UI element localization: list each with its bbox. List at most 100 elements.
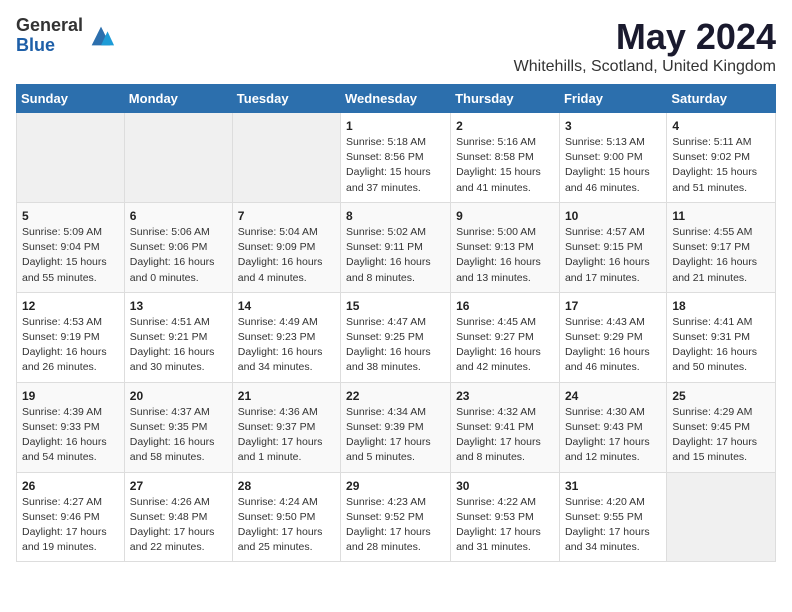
- day-number: 19: [22, 389, 119, 403]
- day-number: 12: [22, 299, 119, 313]
- day-number: 24: [565, 389, 661, 403]
- day-info: Sunrise: 5:16 AM Sunset: 8:58 PM Dayligh…: [456, 135, 554, 196]
- day-number: 22: [346, 389, 445, 403]
- day-info: Sunrise: 5:02 AM Sunset: 9:11 PM Dayligh…: [346, 225, 445, 286]
- day-info: Sunrise: 4:55 AM Sunset: 9:17 PM Dayligh…: [672, 225, 770, 286]
- day-info: Sunrise: 4:47 AM Sunset: 9:25 PM Dayligh…: [346, 315, 445, 376]
- day-info: Sunrise: 4:49 AM Sunset: 9:23 PM Dayligh…: [238, 315, 335, 376]
- calendar-cell: 29 Sunrise: 4:23 AM Sunset: 9:52 PM Dayli…: [341, 472, 451, 562]
- calendar-body: 1 Sunrise: 5:18 AM Sunset: 8:56 PM Daylig…: [17, 113, 776, 562]
- calendar-cell: 24 Sunrise: 4:30 AM Sunset: 9:43 PM Dayli…: [559, 382, 666, 472]
- day-number: 31: [565, 479, 661, 493]
- location: Whitehills, Scotland, United Kingdom: [514, 58, 776, 76]
- week-row-5: 26 Sunrise: 4:27 AM Sunset: 9:46 PM Dayli…: [17, 472, 776, 562]
- day-number: 18: [672, 299, 770, 313]
- calendar-cell: [667, 472, 776, 562]
- day-number: 27: [130, 479, 227, 493]
- logo-general: General: [16, 16, 83, 36]
- day-number: 15: [346, 299, 445, 313]
- day-info: Sunrise: 4:39 AM Sunset: 9:33 PM Dayligh…: [22, 405, 119, 466]
- weekday-friday: Friday: [559, 85, 666, 113]
- page-header: General Blue May 2024 Whitehills, Scotla…: [16, 16, 776, 76]
- day-number: 17: [565, 299, 661, 313]
- month-title: May 2024: [514, 16, 776, 58]
- day-info: Sunrise: 5:06 AM Sunset: 9:06 PM Dayligh…: [130, 225, 227, 286]
- calendar-cell: 26 Sunrise: 4:27 AM Sunset: 9:46 PM Dayli…: [17, 472, 125, 562]
- day-info: Sunrise: 4:32 AM Sunset: 9:41 PM Dayligh…: [456, 405, 554, 466]
- day-info: Sunrise: 4:53 AM Sunset: 9:19 PM Dayligh…: [22, 315, 119, 376]
- weekday-sunday: Sunday: [17, 85, 125, 113]
- calendar-cell: [232, 113, 340, 203]
- day-info: Sunrise: 4:30 AM Sunset: 9:43 PM Dayligh…: [565, 405, 661, 466]
- day-info: Sunrise: 5:09 AM Sunset: 9:04 PM Dayligh…: [22, 225, 119, 286]
- week-row-1: 1 Sunrise: 5:18 AM Sunset: 8:56 PM Daylig…: [17, 113, 776, 203]
- calendar-cell: 2Sunrise: 5:16 AM Sunset: 8:58 PM Daylig…: [451, 113, 560, 203]
- day-info: Sunrise: 4:27 AM Sunset: 9:46 PM Dayligh…: [22, 495, 119, 556]
- calendar-table: Sunday Monday Tuesday Wednesday Thursday…: [16, 84, 776, 562]
- day-number: 29: [346, 479, 445, 493]
- calendar-cell: 19 Sunrise: 4:39 AM Sunset: 9:33 PM Dayli…: [17, 382, 125, 472]
- logo-blue: Blue: [16, 36, 83, 56]
- week-row-3: 12 Sunrise: 4:53 AM Sunset: 9:19 PM Dayli…: [17, 292, 776, 382]
- calendar-cell: 12 Sunrise: 4:53 AM Sunset: 9:19 PM Dayli…: [17, 292, 125, 382]
- day-info: Sunrise: 5:04 AM Sunset: 9:09 PM Dayligh…: [238, 225, 335, 286]
- calendar-cell: 10Sunrise: 4:57 AM Sunset: 9:15 PM Dayli…: [559, 202, 666, 292]
- calendar-cell: [17, 113, 125, 203]
- day-info: Sunrise: 4:34 AM Sunset: 9:39 PM Dayligh…: [346, 405, 445, 466]
- day-number: 26: [22, 479, 119, 493]
- day-info: Sunrise: 5:13 AM Sunset: 9:00 PM Dayligh…: [565, 135, 661, 196]
- day-number: 5: [22, 209, 119, 223]
- calendar-cell: 6 Sunrise: 5:06 AM Sunset: 9:06 PM Daylig…: [124, 202, 232, 292]
- day-number: 21: [238, 389, 335, 403]
- weekday-row: Sunday Monday Tuesday Wednesday Thursday…: [17, 85, 776, 113]
- calendar-cell: 9 Sunrise: 5:00 AM Sunset: 9:13 PM Daylig…: [451, 202, 560, 292]
- day-info: Sunrise: 4:20 AM Sunset: 9:55 PM Dayligh…: [565, 495, 661, 556]
- day-info: Sunrise: 4:24 AM Sunset: 9:50 PM Dayligh…: [238, 495, 335, 556]
- calendar-cell: 8Sunrise: 5:02 AM Sunset: 9:11 PM Daylig…: [341, 202, 451, 292]
- week-row-4: 19 Sunrise: 4:39 AM Sunset: 9:33 PM Dayli…: [17, 382, 776, 472]
- logo: General Blue: [16, 16, 115, 56]
- calendar-cell: 28Sunrise: 4:24 AM Sunset: 9:50 PM Dayli…: [232, 472, 340, 562]
- day-number: 13: [130, 299, 227, 313]
- day-number: 11: [672, 209, 770, 223]
- calendar-cell: 7Sunrise: 5:04 AM Sunset: 9:09 PM Daylig…: [232, 202, 340, 292]
- day-number: 10: [565, 209, 661, 223]
- calendar-cell: 27Sunrise: 4:26 AM Sunset: 9:48 PM Dayli…: [124, 472, 232, 562]
- day-info: Sunrise: 4:37 AM Sunset: 9:35 PM Dayligh…: [130, 405, 227, 466]
- day-number: 1: [346, 119, 445, 133]
- weekday-thursday: Thursday: [451, 85, 560, 113]
- day-number: 6: [130, 209, 227, 223]
- day-info: Sunrise: 4:23 AM Sunset: 9:52 PM Dayligh…: [346, 495, 445, 556]
- logo-icon: [87, 22, 115, 50]
- day-info: Sunrise: 5:11 AM Sunset: 9:02 PM Dayligh…: [672, 135, 770, 196]
- day-number: 16: [456, 299, 554, 313]
- day-number: 20: [130, 389, 227, 403]
- calendar-cell: 16 Sunrise: 4:45 AM Sunset: 9:27 PM Dayli…: [451, 292, 560, 382]
- calendar-cell: 5 Sunrise: 5:09 AM Sunset: 9:04 PM Daylig…: [17, 202, 125, 292]
- calendar-cell: 14 Sunrise: 4:49 AM Sunset: 9:23 PM Dayli…: [232, 292, 340, 382]
- day-number: 25: [672, 389, 770, 403]
- day-info: Sunrise: 4:51 AM Sunset: 9:21 PM Dayligh…: [130, 315, 227, 376]
- day-info: Sunrise: 4:22 AM Sunset: 9:53 PM Dayligh…: [456, 495, 554, 556]
- calendar-cell: 15 Sunrise: 4:47 AM Sunset: 9:25 PM Dayli…: [341, 292, 451, 382]
- calendar-cell: 18Sunrise: 4:41 AM Sunset: 9:31 PM Dayli…: [667, 292, 776, 382]
- day-number: 23: [456, 389, 554, 403]
- day-number: 14: [238, 299, 335, 313]
- calendar-cell: 31 Sunrise: 4:20 AM Sunset: 9:55 PM Dayli…: [559, 472, 666, 562]
- weekday-tuesday: Tuesday: [232, 85, 340, 113]
- calendar-cell: 1 Sunrise: 5:18 AM Sunset: 8:56 PM Daylig…: [341, 113, 451, 203]
- calendar-cell: 23 Sunrise: 4:32 AM Sunset: 9:41 PM Dayli…: [451, 382, 560, 472]
- calendar-cell: [124, 113, 232, 203]
- day-info: Sunrise: 4:45 AM Sunset: 9:27 PM Dayligh…: [456, 315, 554, 376]
- day-info: Sunrise: 5:00 AM Sunset: 9:13 PM Dayligh…: [456, 225, 554, 286]
- day-info: Sunrise: 4:43 AM Sunset: 9:29 PM Dayligh…: [565, 315, 661, 376]
- weekday-monday: Monday: [124, 85, 232, 113]
- day-number: 9: [456, 209, 554, 223]
- calendar-cell: 11 Sunrise: 4:55 AM Sunset: 9:17 PM Dayli…: [667, 202, 776, 292]
- calendar-cell: 3Sunrise: 5:13 AM Sunset: 9:00 PM Daylig…: [559, 113, 666, 203]
- day-info: Sunrise: 5:18 AM Sunset: 8:56 PM Dayligh…: [346, 135, 445, 196]
- calendar-cell: 30 Sunrise: 4:22 AM Sunset: 9:53 PM Dayli…: [451, 472, 560, 562]
- day-number: 30: [456, 479, 554, 493]
- calendar-cell: 22 Sunrise: 4:34 AM Sunset: 9:39 PM Dayli…: [341, 382, 451, 472]
- day-number: 4: [672, 119, 770, 133]
